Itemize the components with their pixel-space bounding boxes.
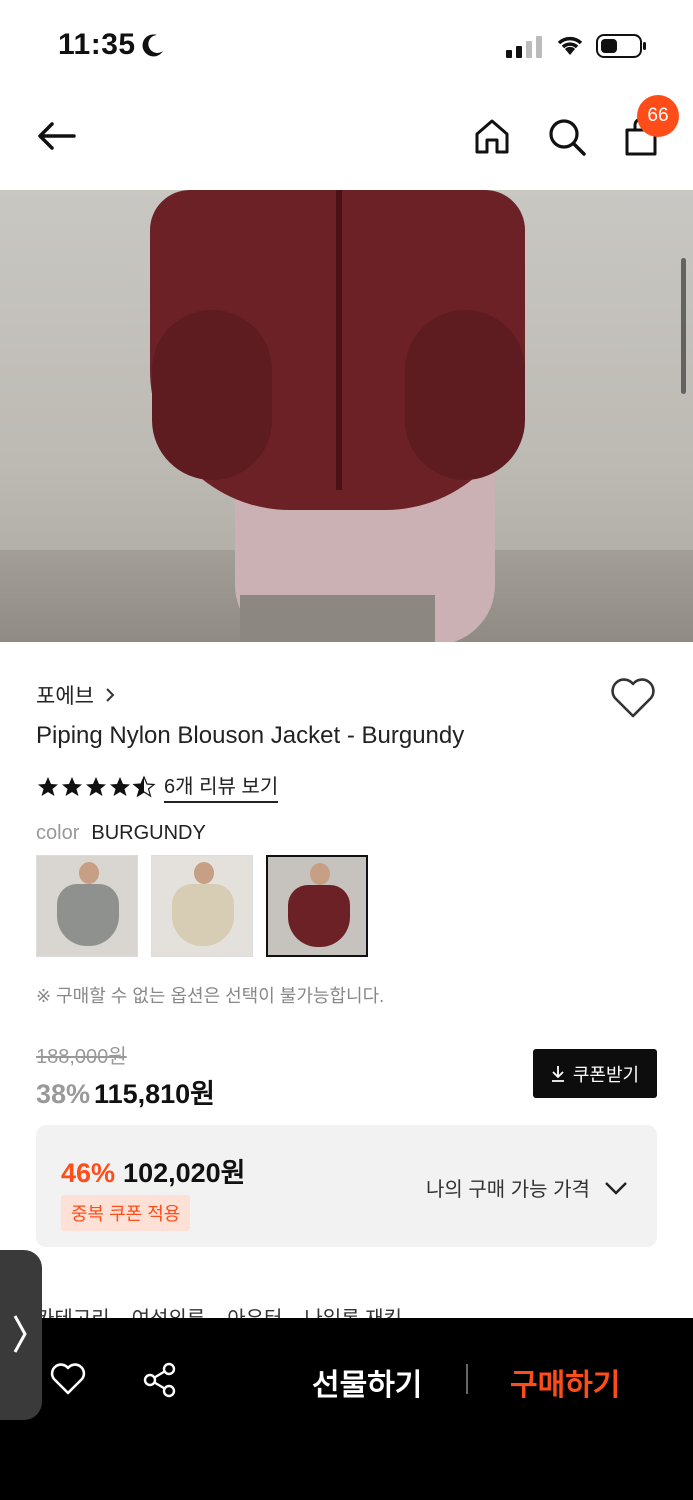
coupon-download-button[interactable]: 쿠폰받기 bbox=[533, 1049, 657, 1098]
download-icon bbox=[551, 1065, 564, 1082]
coupon-button-label: 쿠폰받기 bbox=[572, 1064, 640, 1085]
color-label: color bbox=[36, 822, 80, 844]
color-value: BURGUNDY bbox=[91, 822, 206, 844]
star-icon bbox=[110, 776, 130, 796]
bottom-action-bar: 선물하기 구매하기 bbox=[0, 1318, 693, 1500]
swatch-gray[interactable] bbox=[36, 855, 138, 957]
sale-price: 115,810원 bbox=[94, 1079, 215, 1109]
divider bbox=[466, 1364, 468, 1394]
wifi-icon bbox=[557, 36, 583, 55]
swatch-head bbox=[79, 862, 99, 884]
home-icon[interactable] bbox=[472, 116, 512, 156]
rating-row: 6개 리뷰 보기 bbox=[36, 770, 279, 803]
best-discount-percent: 46% bbox=[61, 1158, 116, 1188]
product-title: Piping Nylon Blouson Jacket - Burgundy bbox=[36, 722, 465, 749]
review-link[interactable]: 6개 리뷰 보기 bbox=[164, 770, 279, 803]
star-icon bbox=[62, 776, 82, 796]
original-price: 188,000원 bbox=[36, 1046, 127, 1068]
star-icon bbox=[38, 776, 58, 796]
swatch-burgundy[interactable] bbox=[266, 855, 368, 957]
best-price-box[interactable]: 46% 102,020원 중복 쿠폰 적용 나의 구매 가능 가격 bbox=[36, 1125, 657, 1247]
my-price-toggle[interactable]: 나의 구매 가능 가격 bbox=[426, 1173, 628, 1202]
share-icon[interactable] bbox=[142, 1362, 178, 1398]
duplicate-coupon-badge: 중복 쿠폰 적용 bbox=[61, 1195, 191, 1231]
top-nav: 66 bbox=[0, 90, 693, 190]
discount-percent: 38% bbox=[36, 1079, 91, 1109]
status-time: 11:35 bbox=[58, 28, 136, 61]
star-icon bbox=[86, 776, 106, 796]
search-icon[interactable] bbox=[546, 116, 588, 158]
moon-icon bbox=[142, 34, 163, 57]
color-swatches bbox=[36, 855, 368, 957]
brand-name: 포에브 bbox=[36, 685, 94, 708]
signal-icon bbox=[506, 36, 542, 58]
color-row: color BURGUNDY bbox=[36, 822, 206, 845]
photo-sleeve-left bbox=[152, 310, 272, 480]
heart-icon[interactable] bbox=[610, 676, 656, 720]
product-image-carousel[interactable] bbox=[0, 190, 693, 642]
swatch-beige[interactable] bbox=[151, 855, 253, 957]
chevron-down-icon bbox=[605, 1181, 627, 1195]
option-notice: ※ 구매할 수 없는 옵션은 선택이 불가능합니다. bbox=[36, 986, 385, 1006]
swatch-head bbox=[310, 863, 330, 885]
photo-zipper bbox=[336, 190, 342, 490]
swatch-head bbox=[194, 862, 214, 884]
best-price-row: 46% 102,020원 bbox=[61, 1151, 246, 1190]
my-price-label: 나의 구매 가능 가격 bbox=[426, 1179, 590, 1201]
back-arrow-icon[interactable] bbox=[34, 118, 78, 154]
buy-button[interactable]: 구매하기 bbox=[510, 1360, 620, 1404]
chevron-right-icon bbox=[13, 1315, 27, 1353]
scrollbar-thumb[interactable] bbox=[681, 258, 686, 394]
heart-icon[interactable] bbox=[50, 1362, 86, 1396]
chevron-right-icon bbox=[106, 688, 115, 702]
swatch-coat bbox=[57, 884, 119, 946]
battery-icon bbox=[596, 34, 646, 58]
sale-price-row: 38% 115,810원 bbox=[36, 1072, 215, 1111]
photo-sleeve-right bbox=[405, 310, 525, 480]
best-price: 102,020원 bbox=[123, 1158, 246, 1188]
photo-legs bbox=[240, 595, 435, 642]
brand-link[interactable]: 포에브 bbox=[36, 680, 116, 710]
half-star-icon bbox=[132, 774, 156, 797]
swatch-coat bbox=[172, 884, 234, 946]
side-panel-handle[interactable] bbox=[0, 1250, 42, 1420]
cart-count-badge: 66 bbox=[637, 95, 679, 137]
gift-button[interactable]: 선물하기 bbox=[312, 1360, 422, 1404]
swatch-coat bbox=[288, 885, 350, 947]
status-bar: 11:35 bbox=[0, 0, 693, 90]
